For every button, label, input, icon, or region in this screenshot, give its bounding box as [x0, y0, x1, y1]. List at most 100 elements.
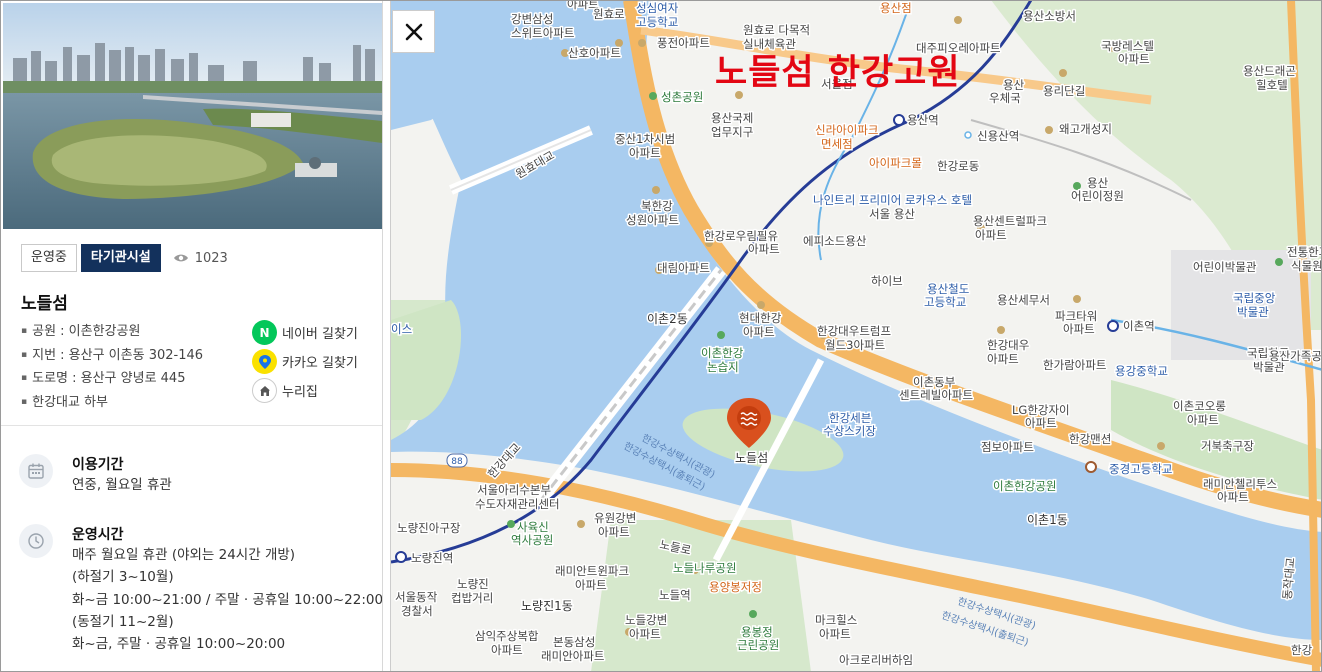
map-label: 용산역 — [907, 113, 939, 127]
map-label: 국방레스텔 — [1101, 39, 1154, 53]
map-label: 이촌동부 — [913, 375, 955, 389]
map-label: 산호아파트 — [568, 46, 621, 60]
kakao-directions-label: 카카오 길찾기 — [282, 356, 358, 371]
map-label: 아크로리버하임 — [839, 653, 913, 667]
map-label: 아파트 — [975, 228, 1007, 242]
map-label: 래미안아파트 — [541, 649, 604, 663]
map-label: 월드3아파트 — [825, 338, 885, 352]
map-label: 풍전아파트 — [657, 36, 710, 50]
map-label: 노량진 — [457, 577, 489, 591]
map-label: 원효로 다목적 — [743, 23, 810, 37]
map-label: 파크타워 — [1055, 309, 1097, 323]
map-label: 한강대우 — [987, 338, 1029, 352]
map-label: 이촌역 — [1123, 319, 1155, 333]
info-road-address: 도로명 : 용산구 양녕로 445 — [21, 368, 203, 392]
map-label: 국립중앙 — [1233, 291, 1276, 305]
hours-line: (하절기 3~10월) — [72, 569, 174, 585]
map-label: 식물원 — [1291, 259, 1322, 273]
map-label: 컵밥거리 — [451, 591, 493, 605]
map-view[interactable]: 88 아파트 강변삼성 스위트아파트 원효로 성심여자 고등학교 산호아파트 풍… — [390, 0, 1322, 672]
route-88-badge: 88 — [451, 457, 463, 467]
map-label: 논습지 — [707, 360, 739, 374]
hours-line: 매주 월요일 휴관 (야외는 24시간 개방) — [72, 547, 296, 563]
clock-icon — [19, 524, 53, 558]
naver-directions-button[interactable]: N 네이버 길찾기 — [252, 320, 358, 345]
map-label: 노들역 — [659, 588, 691, 602]
map-label: 현대한강 — [739, 311, 782, 325]
place-info-panel: 운영중 타기관시설 1023 노들섬 공원 : 이촌한강공원 지번 : 용산구 … — [0, 0, 383, 672]
map-label: 스위트아파트 — [511, 26, 574, 40]
map-label: 신라아이파크 — [815, 123, 878, 137]
hours-line: (동절기 11~2월) — [72, 614, 174, 630]
map-label: 용산 — [1087, 176, 1109, 190]
map-label: 이스 — [391, 322, 412, 336]
map-label: 강변삼성 — [511, 12, 553, 26]
map-label: 용산소방서 — [1023, 9, 1076, 23]
map-label: 이촌한강 — [701, 346, 744, 360]
map-label: 삼익주상복합 — [475, 629, 539, 643]
category-badge: 타기관시설 — [80, 244, 161, 272]
map-label: 본동삼성 — [553, 635, 595, 649]
map-title: 노들섬 한강고원 — [715, 53, 961, 93]
map-label: 용강중학교 — [1115, 364, 1168, 378]
hours-title: 운영시간 — [72, 527, 124, 543]
map-label: 박물관 — [1237, 305, 1269, 319]
map-label: 수도자재관리센터 — [475, 497, 560, 511]
map-label: 아파트 — [1187, 413, 1219, 427]
map-label: 용산점 — [880, 1, 912, 15]
map-label: 용산드래곤 — [1243, 64, 1296, 78]
info-lot-address: 지번 : 용산구 이촌동 302-146 — [21, 345, 203, 369]
close-button[interactable] — [392, 10, 435, 53]
map-label: 수상스키장 — [823, 424, 876, 438]
map-label: 마크힐스 — [815, 613, 857, 627]
map-label: 한가람아파트 — [1043, 358, 1106, 372]
map-label: 서울아리수본부 — [477, 483, 551, 497]
homepage-button[interactable]: 누리집 — [252, 378, 318, 403]
place-title: 노들섬 — [21, 294, 68, 314]
map-label: 성심여자 — [636, 1, 679, 15]
map-label: 노량진역 — [411, 551, 453, 565]
map-label: 하이브 — [871, 274, 903, 288]
map-label: 한강로우림필유 — [704, 229, 778, 243]
map-label: 유원강변 — [594, 511, 636, 525]
kakao-directions-button[interactable]: 카카오 길찾기 — [252, 349, 358, 374]
map-label: 한강 — [1291, 643, 1313, 657]
map-label: 노량진아구장 — [397, 521, 461, 535]
map-label: 아파트 — [629, 627, 661, 641]
map-label: 용산가족공 — [1269, 349, 1322, 363]
map-label: 아파트 — [1217, 490, 1249, 504]
nodeulseom-aerial-photo — [3, 3, 382, 229]
map-label: 서울 용산 — [869, 207, 915, 221]
map-label: 아파트 — [598, 525, 630, 539]
map-label: 용산센트럴파크 — [973, 214, 1047, 228]
view-count-value: 1023 — [194, 250, 228, 266]
map-label: 센트레빌아파트 — [899, 388, 973, 402]
map-pin-icon — [252, 349, 277, 374]
map-label: 중경고등학교 — [1109, 462, 1172, 476]
view-count: 1023 — [173, 251, 228, 266]
map-label: 점보아파트 — [981, 440, 1034, 454]
period-text: 연중, 월요일 휴관 — [72, 477, 172, 493]
map-label: LG한강자이 — [1012, 403, 1070, 417]
map-label: 대림아파트 — [657, 261, 710, 275]
map-label: 용산철도 — [927, 282, 969, 296]
map-label: 서울동작 — [395, 590, 438, 604]
hours-line: 화~금, 주말 · 공휴일 10:00~20:00 — [72, 636, 286, 652]
map-label: 이촌코오롱 — [1173, 399, 1226, 413]
map-label: 용양봉저정 — [709, 580, 762, 594]
map-label: 아파트 — [491, 643, 523, 657]
eye-icon — [173, 254, 188, 262]
map-label: 아파트 — [987, 352, 1019, 366]
map-label: 아파트 — [575, 578, 607, 592]
map-label: 용산 — [1003, 78, 1025, 92]
map-canvas[interactable]: 88 아파트 강변삼성 스위트아파트 원효로 성심여자 고등학교 산호아파트 풍… — [391, 0, 1322, 672]
map-label: 우체국 — [989, 91, 1021, 105]
map-label: 면세점 — [821, 137, 853, 151]
map-label: 래미안첼리투스 — [1203, 477, 1277, 491]
naver-icon: N — [252, 320, 277, 345]
home-icon — [252, 378, 277, 403]
map-label: 래미안트윈파크 — [555, 564, 629, 578]
map-label: 한강로동 — [937, 159, 979, 173]
map-label: 용산국제 — [711, 111, 753, 125]
map-label: 힐호텔 — [1256, 78, 1288, 92]
